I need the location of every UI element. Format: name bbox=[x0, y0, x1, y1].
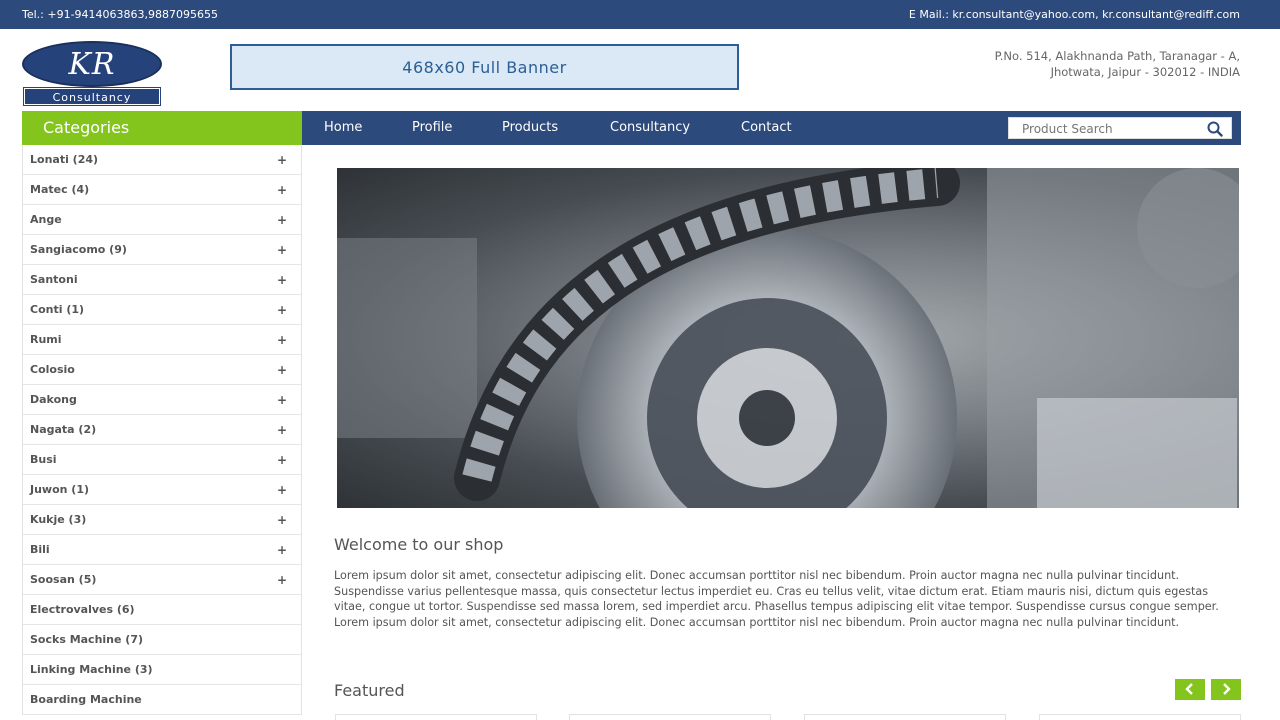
category-label: Lonati (24) bbox=[30, 153, 99, 166]
category-label: Bili bbox=[30, 543, 50, 556]
category-item[interactable]: Ange + bbox=[23, 205, 301, 235]
plus-icon[interactable]: + bbox=[277, 513, 287, 527]
plus-icon[interactable]: + bbox=[277, 333, 287, 347]
category-label: Colosio bbox=[30, 363, 75, 376]
welcome-heading: Welcome to our shop bbox=[334, 535, 504, 554]
featured-card[interactable] bbox=[1039, 714, 1241, 720]
plus-icon[interactable]: + bbox=[277, 243, 287, 257]
plus-icon[interactable]: + bbox=[277, 453, 287, 467]
plus-icon[interactable]: + bbox=[277, 183, 287, 197]
category-label: Linking Machine (3) bbox=[30, 663, 153, 676]
category-label: Conti (1) bbox=[30, 303, 85, 316]
product-search bbox=[1008, 117, 1232, 139]
category-item[interactable]: Conti (1) + bbox=[23, 295, 301, 325]
plus-icon[interactable]: + bbox=[277, 273, 287, 287]
category-label: Juwon (1) bbox=[30, 483, 90, 496]
gear-chain-illustration bbox=[337, 168, 1239, 508]
category-label: Socks Machine (7) bbox=[30, 633, 144, 646]
address-line-2: Jhotwata, Jaipur - 302012 - INDIA bbox=[1050, 65, 1240, 79]
category-item[interactable]: Electrovalves (6) bbox=[23, 595, 301, 625]
category-item[interactable]: Lonati (24) + bbox=[23, 145, 301, 175]
nav-contact[interactable]: Contact bbox=[741, 111, 792, 145]
carousel-prev-button[interactable] bbox=[1175, 679, 1205, 700]
category-item[interactable]: Nagata (2) + bbox=[23, 415, 301, 445]
plus-icon[interactable]: + bbox=[277, 153, 287, 167]
logo-text: KR bbox=[68, 46, 116, 82]
plus-icon[interactable]: + bbox=[277, 393, 287, 407]
featured-card[interactable] bbox=[804, 714, 1006, 720]
category-item[interactable]: Socks Machine (7) bbox=[23, 625, 301, 655]
hero-image bbox=[337, 168, 1239, 508]
plus-icon[interactable]: + bbox=[277, 573, 287, 587]
category-item[interactable]: Juwon (1) + bbox=[23, 475, 301, 505]
categories-list: Lonati (24) + Matec (4) + Ange + Sangiacomo (9… bbox=[22, 145, 302, 715]
category-item[interactable]: Colosio + bbox=[23, 355, 301, 385]
category-item[interactable]: Santoni + bbox=[23, 265, 301, 295]
category-label: Dakong bbox=[30, 393, 77, 406]
search-icon[interactable] bbox=[1207, 121, 1223, 137]
main-nav: Home Profile Products Consultancy Contac… bbox=[302, 111, 1241, 145]
plus-icon[interactable]: + bbox=[277, 303, 287, 317]
site-logo[interactable]: KR Consultancy bbox=[22, 41, 162, 106]
category-label: Santoni bbox=[30, 273, 78, 286]
category-item[interactable]: Sangiacomo (9) + bbox=[23, 235, 301, 265]
category-item[interactable]: Soosan (5) + bbox=[23, 565, 301, 595]
category-item[interactable]: Dakong + bbox=[23, 385, 301, 415]
category-label: Boarding Machine bbox=[30, 693, 142, 706]
category-label: Busi bbox=[30, 453, 57, 466]
logo-mark: KR bbox=[22, 41, 162, 87]
contact-phone: Tel.: +91-9414063863,9887095655 bbox=[22, 8, 219, 21]
nav-consultancy[interactable]: Consultancy bbox=[610, 111, 690, 145]
company-address: P.No. 514, Alakhnanda Path, Taranagar - … bbox=[880, 48, 1240, 80]
plus-icon[interactable]: + bbox=[277, 363, 287, 377]
category-label: Nagata (2) bbox=[30, 423, 97, 436]
featured-card[interactable] bbox=[335, 714, 537, 720]
categories-heading: Categories bbox=[22, 111, 302, 145]
category-label: Kukje (3) bbox=[30, 513, 87, 526]
nav-products[interactable]: Products bbox=[502, 111, 558, 145]
category-item[interactable]: Bili + bbox=[23, 535, 301, 565]
nav-profile[interactable]: Profile bbox=[412, 111, 452, 145]
category-item[interactable]: Matec (4) + bbox=[23, 175, 301, 205]
category-item[interactable]: Boarding Machine bbox=[23, 685, 301, 715]
category-item[interactable]: Busi + bbox=[23, 445, 301, 475]
featured-heading: Featured bbox=[334, 681, 405, 700]
category-label: Ange bbox=[30, 213, 62, 226]
category-label: Soosan (5) bbox=[30, 573, 97, 586]
chevron-left-icon bbox=[1185, 683, 1193, 695]
top-bar: Tel.: +91-9414063863,9887095655 E Mail.:… bbox=[0, 0, 1280, 29]
featured-card[interactable] bbox=[569, 714, 771, 720]
logo-subtitle: Consultancy bbox=[23, 87, 161, 106]
ad-banner[interactable]: 468x60 Full Banner bbox=[230, 44, 739, 90]
category-label: Electrovalves (6) bbox=[30, 603, 135, 616]
contact-email: E Mail.: kr.consultant@yahoo.com, kr.con… bbox=[908, 8, 1240, 21]
category-item[interactable]: Rumi + bbox=[23, 325, 301, 355]
category-item[interactable]: Kukje (3) + bbox=[23, 505, 301, 535]
plus-icon[interactable]: + bbox=[277, 483, 287, 497]
carousel-next-button[interactable] bbox=[1211, 679, 1241, 700]
plus-icon[interactable]: + bbox=[277, 423, 287, 437]
banner-text: 468x60 Full Banner bbox=[402, 57, 567, 77]
category-item[interactable]: Linking Machine (3) bbox=[23, 655, 301, 685]
category-label: Sangiacomo (9) bbox=[30, 243, 127, 256]
plus-icon[interactable]: + bbox=[277, 213, 287, 227]
chevron-right-icon bbox=[1223, 683, 1231, 695]
plus-icon[interactable]: + bbox=[277, 543, 287, 557]
search-input[interactable] bbox=[1009, 119, 1199, 139]
nav-home[interactable]: Home bbox=[324, 111, 362, 145]
address-line-1: P.No. 514, Alakhnanda Path, Taranagar - … bbox=[994, 49, 1240, 63]
category-label: Matec (4) bbox=[30, 183, 90, 196]
category-label: Rumi bbox=[30, 333, 62, 346]
welcome-text: Lorem ipsum dolor sit amet, consectetur … bbox=[334, 569, 1219, 629]
